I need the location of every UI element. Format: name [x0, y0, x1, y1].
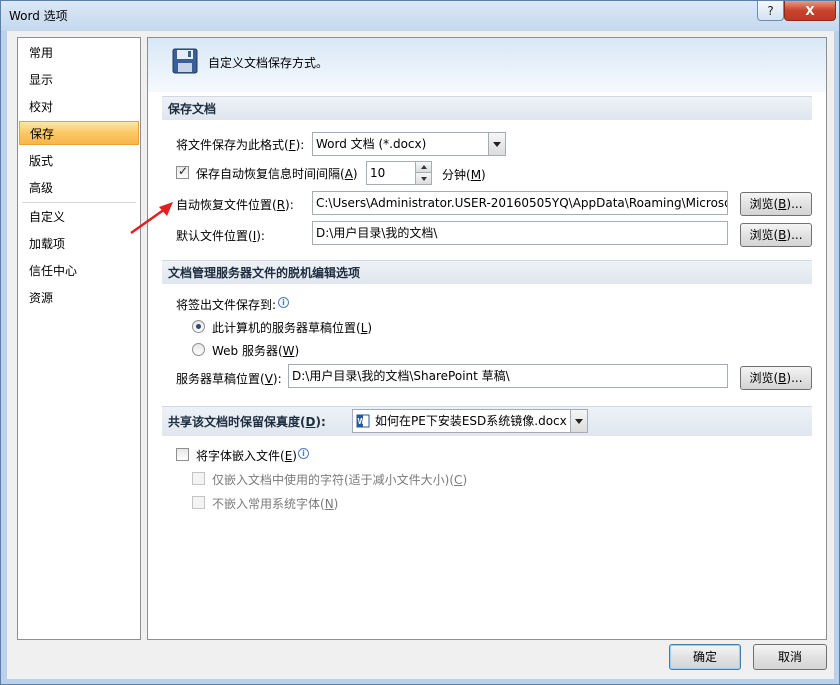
- nav-item-trust-center[interactable]: 信任中心: [19, 259, 139, 283]
- radio-local-drafts-label: 此计算机的服务器草稿位置(L): [212, 321, 373, 335]
- nav-item-layout[interactable]: 版式: [19, 149, 139, 173]
- autorecover-location-label: 自动恢复文件位置(R):: [176, 198, 294, 212]
- nav-item-addins[interactable]: 加载项: [19, 232, 139, 256]
- default-location-label: 默认文件位置(I):: [176, 229, 265, 243]
- embed-used-chars-label: 仅嵌入文档中使用的字符(适于减小文件大小)(C): [212, 473, 468, 487]
- embed-used-chars-checkbox[interactable]: [192, 472, 205, 485]
- format-label: 将文件保存为此格式(F):: [176, 138, 305, 152]
- minutes-label: 分钟(M): [442, 168, 486, 182]
- cancel-button[interactable]: 取消: [753, 644, 827, 670]
- autorecover-minutes-stepper[interactable]: 10: [366, 161, 432, 185]
- format-select-value: Word 文档 (*.docx): [316, 137, 427, 151]
- autorecover-checkbox[interactable]: [176, 164, 189, 179]
- drafts-location-input[interactable]: D:\用户目录\我的文档\SharePoint 草稿\: [288, 364, 728, 388]
- panel-header-text: 自定义文档保存方式。: [208, 56, 329, 70]
- title-bar[interactable]: Word 选项 ? X: [1, 1, 839, 31]
- radio-local-drafts[interactable]: [192, 320, 205, 333]
- chevron-down-icon[interactable]: [570, 410, 587, 432]
- spin-up-icon[interactable]: [415, 162, 431, 173]
- spin-down-icon[interactable]: [415, 173, 431, 184]
- close-button[interactable]: X: [784, 1, 836, 21]
- nav-item-customize[interactable]: 自定义: [19, 205, 139, 229]
- category-nav: 常用 显示 校对 保存 版式 高级 自定义 加载项 信任中心 资源: [17, 37, 141, 640]
- browse-drafts-button[interactable]: 浏览(B)...: [740, 366, 812, 390]
- section-save-documents: 保存文档: [162, 96, 812, 120]
- red-arrow-icon: [130, 202, 173, 235]
- section-offline-editing: 文档管理服务器文件的脱机编辑选项: [162, 260, 812, 284]
- save-options-panel: 自定义文档保存方式。 保存文档 将文件保存为此格式(F): Word 文档 (*…: [147, 37, 827, 640]
- window-title: Word 选项: [9, 9, 68, 23]
- autorecover-minutes-value: 10: [370, 166, 386, 180]
- embed-fonts-label: 将字体嵌入文件(E): [196, 449, 297, 463]
- no-common-fonts-checkbox[interactable]: [192, 496, 205, 509]
- autorecover-label: 保存自动恢复信息时间间隔(A): [196, 167, 358, 181]
- nav-item-common[interactable]: 常用: [19, 41, 139, 65]
- info-icon: i: [298, 448, 309, 459]
- fidelity-doc-select[interactable]: W 如何在PE下安装ESD系统镜像.docx: [352, 409, 588, 433]
- drafts-location-label: 服务器草稿位置(V):: [176, 372, 282, 386]
- nav-divider: [22, 202, 136, 203]
- svg-text:W: W: [358, 417, 366, 426]
- radio-web-server-label: Web 服务器(W): [212, 344, 300, 358]
- floppy-disk-icon: [172, 48, 198, 74]
- nav-item-proofing[interactable]: 校对: [19, 95, 139, 119]
- nav-item-save[interactable]: 保存: [19, 121, 139, 145]
- chevron-down-icon[interactable]: [488, 133, 505, 155]
- embed-fonts-checkbox[interactable]: [176, 448, 189, 461]
- info-icon: i: [278, 297, 289, 308]
- panel-header: 自定义文档保存方式。: [148, 38, 826, 92]
- default-location-input[interactable]: D:\用户目录\我的文档\: [312, 221, 728, 245]
- fidelity-doc-value: 如何在PE下安装ESD系统镜像.docx: [375, 414, 567, 428]
- no-common-fonts-label: 不嵌入常用系统字体(N): [212, 497, 339, 511]
- nav-item-advanced[interactable]: 高级: [19, 176, 139, 200]
- browse-default-button[interactable]: 浏览(B)...: [740, 223, 812, 247]
- ok-button[interactable]: 确定: [669, 644, 741, 670]
- format-select[interactable]: Word 文档 (*.docx): [312, 132, 506, 156]
- word-document-icon: W: [356, 414, 370, 428]
- dialog-body: 常用 显示 校对 保存 版式 高级 自定义 加载项 信任中心 资源 自定义文档保…: [7, 31, 834, 679]
- radio-web-server[interactable]: [192, 343, 205, 356]
- checkout-label: 将签出文件保存到:: [176, 298, 277, 312]
- autorecover-location-input[interactable]: C:\Users\Administrator.USER-20160505YQ\A…: [312, 191, 728, 215]
- help-button[interactable]: ?: [757, 1, 784, 21]
- word-options-dialog: Word 选项 ? X 常用 显示 校对 保存 版式 高级 自定义 加载项 信任…: [0, 0, 840, 685]
- browse-autorecover-button[interactable]: 浏览(B)...: [740, 192, 812, 216]
- nav-item-resources[interactable]: 资源: [19, 286, 139, 310]
- nav-item-display[interactable]: 显示: [19, 68, 139, 92]
